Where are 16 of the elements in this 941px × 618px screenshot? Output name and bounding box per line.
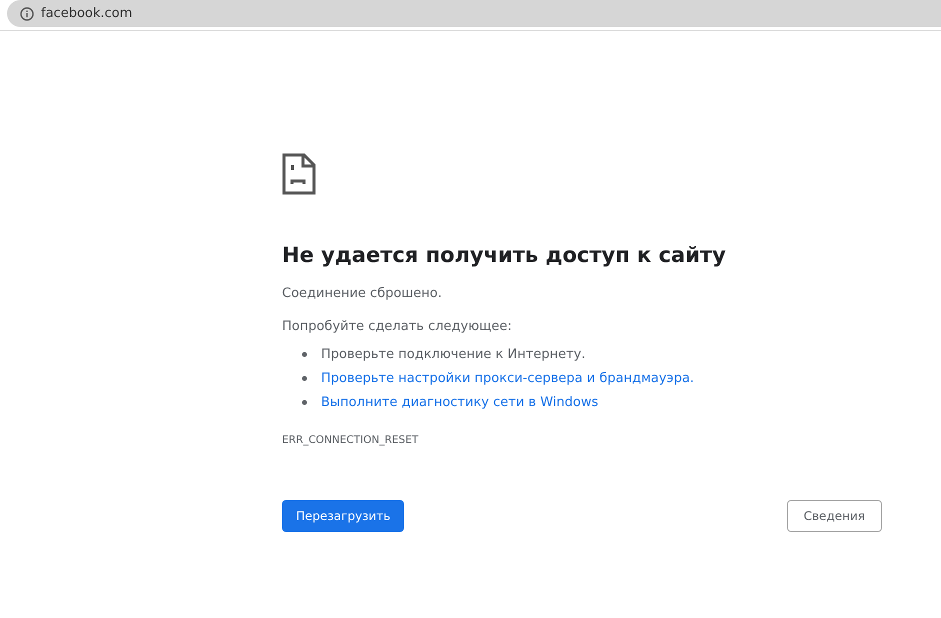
- suggestion-link[interactable]: Проверьте настройки прокси-сервера и брандмауэра.: [321, 370, 694, 386]
- error-title: Не удается получить доступ к сайту: [282, 242, 727, 269]
- sad-page-icon: [282, 153, 316, 195]
- bullet-icon: [302, 376, 307, 380]
- error-code: ERR_CONNECTION_RESET: [282, 434, 420, 446]
- bullet-icon: [302, 352, 307, 356]
- reload-button[interactable]: Перезагрузить: [282, 500, 404, 532]
- address-bar[interactable]: facebook.com: [7, 0, 941, 27]
- suggestions-heading: Попробуйте сделать следующее:: [282, 318, 513, 336]
- suggestion-text: Проверьте подключение к Интернету.: [321, 346, 586, 362]
- error-message: Соединение сброшено.: [282, 285, 443, 303]
- bullet-icon: [302, 400, 307, 404]
- details-button[interactable]: Сведения: [786, 500, 882, 532]
- info-icon[interactable]: [20, 6, 34, 20]
- suggestion-link[interactable]: Выполните диагностику сети в Windows: [321, 394, 598, 410]
- url-text: facebook.com: [41, 6, 132, 21]
